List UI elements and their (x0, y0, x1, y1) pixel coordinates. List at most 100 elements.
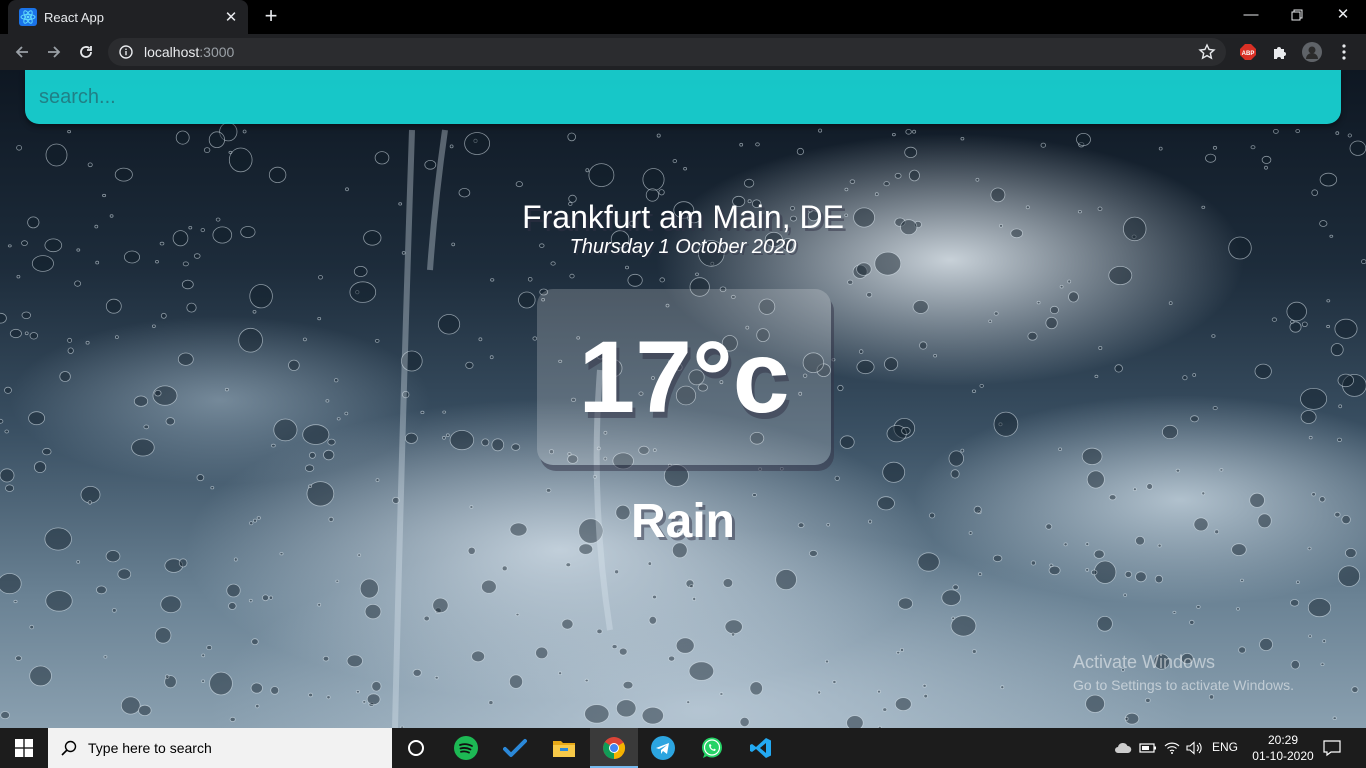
rain-droplet (449, 144, 454, 149)
spotify-app[interactable] (442, 728, 490, 768)
rain-droplet (268, 595, 273, 600)
windows-logo-icon (15, 739, 33, 757)
browser-tab[interactable]: React App ✕ (8, 0, 248, 34)
onedrive-cloud-icon[interactable] (1114, 739, 1132, 757)
rain-droplet (846, 715, 864, 728)
address-bar[interactable]: localhost:3000 (108, 38, 1226, 66)
telegram-app[interactable] (639, 728, 687, 768)
rain-droplet (894, 697, 912, 711)
rain-droplet (695, 272, 699, 276)
rain-droplet (892, 132, 896, 137)
rain-droplet (143, 424, 150, 430)
temperature-box: 17°c (537, 289, 831, 465)
restore-button[interactable] (1274, 0, 1320, 30)
rain-droplet (206, 645, 213, 651)
rain-droplet (672, 159, 677, 164)
rain-droplet (683, 166, 687, 171)
rain-droplet (874, 192, 879, 197)
menu-kebab-icon[interactable] (1334, 42, 1354, 62)
rain-droplet (567, 132, 576, 142)
rain-droplet (979, 383, 984, 388)
rain-droplet (1196, 605, 1201, 609)
rain-droplet (900, 648, 905, 653)
battery-icon[interactable] (1139, 739, 1157, 757)
react-icon (19, 8, 37, 26)
rain-droplet (308, 484, 313, 489)
rain-droplet (208, 131, 225, 148)
rain-droplet (279, 552, 284, 556)
reload-button[interactable] (74, 40, 98, 64)
rain-droplet (105, 298, 122, 314)
notification-center-icon[interactable] (1322, 738, 1342, 758)
taskbar-search-box[interactable]: Type here to search (48, 728, 392, 768)
file-explorer-app[interactable] (540, 728, 588, 768)
forward-button[interactable] (42, 40, 66, 64)
rain-droplet (13, 599, 18, 604)
tab-close-icon[interactable]: ✕ (220, 8, 242, 26)
new-tab-button[interactable]: + (259, 4, 283, 28)
rain-droplet (181, 279, 194, 290)
rain-droplet (1259, 638, 1273, 652)
rain-droplet (515, 181, 523, 188)
rain-droplet (912, 299, 929, 314)
rain-droplet (975, 177, 980, 182)
rain-droplet (627, 273, 643, 287)
rain-droplet (16, 145, 23, 151)
rain-droplet (111, 608, 117, 613)
system-clock[interactable]: 20:29 01-10-2020 (1248, 732, 1318, 764)
whatsapp-app[interactable] (688, 728, 736, 768)
search-input[interactable] (39, 80, 1319, 114)
rain-droplet (1208, 694, 1215, 700)
rain-droplet (4, 429, 9, 434)
chrome-app[interactable] (590, 728, 638, 768)
forward-arrow-icon (48, 46, 61, 58)
rain-droplet (345, 187, 349, 192)
close-window-button[interactable]: ✕ (1320, 0, 1366, 30)
rain-droplet (252, 310, 257, 314)
rain-droplet (849, 179, 856, 184)
volume-icon[interactable] (1186, 739, 1204, 757)
rain-droplet (1219, 468, 1224, 472)
rain-droplet (228, 147, 253, 173)
rain-droplet (625, 265, 630, 270)
rain-droplet (877, 689, 881, 694)
vscode-app[interactable] (737, 728, 785, 768)
rain-droplet (952, 584, 959, 591)
back-button[interactable] (10, 40, 34, 64)
rain-droplet (271, 443, 276, 448)
rain-droplet (1162, 424, 1179, 440)
rain-droplet (1212, 145, 1218, 150)
todo-app[interactable] (491, 728, 539, 768)
rain-droplet (1330, 343, 1344, 357)
rain-droplet (1337, 565, 1361, 587)
rain-droplet (1027, 331, 1038, 341)
cortana-button[interactable] (392, 728, 440, 768)
rain-droplet (883, 181, 890, 187)
minimize-button[interactable]: — (1228, 0, 1274, 30)
rain-droplet (1049, 563, 1054, 567)
info-icon[interactable] (118, 44, 134, 60)
rain-droplet (825, 659, 830, 664)
rain-droplet (115, 335, 119, 340)
rain-droplet (647, 561, 652, 566)
rain-droplet (1264, 165, 1268, 170)
rain-droplet (898, 597, 914, 610)
start-button[interactable] (0, 728, 48, 768)
rain-droplet (1261, 155, 1272, 164)
rain-droplet (933, 354, 937, 358)
profile-avatar[interactable] (1302, 42, 1322, 62)
rain-droplet (465, 361, 474, 369)
telegram-icon (651, 736, 675, 760)
wifi-icon[interactable] (1163, 739, 1181, 757)
rain-droplet (1250, 145, 1256, 150)
adblock-icon[interactable]: ABP (1238, 42, 1258, 62)
temperature-value: 17°c (578, 319, 790, 434)
rain-droplet (67, 347, 74, 354)
rain-droplet (201, 653, 206, 658)
rain-droplet (659, 277, 665, 283)
bookmark-star-icon[interactable] (1198, 43, 1216, 61)
rain-droplet (160, 312, 167, 319)
extensions-puzzle-icon[interactable] (1270, 42, 1290, 62)
language-indicator[interactable]: ENG (1212, 740, 1238, 754)
rain-droplet (1085, 694, 1105, 713)
